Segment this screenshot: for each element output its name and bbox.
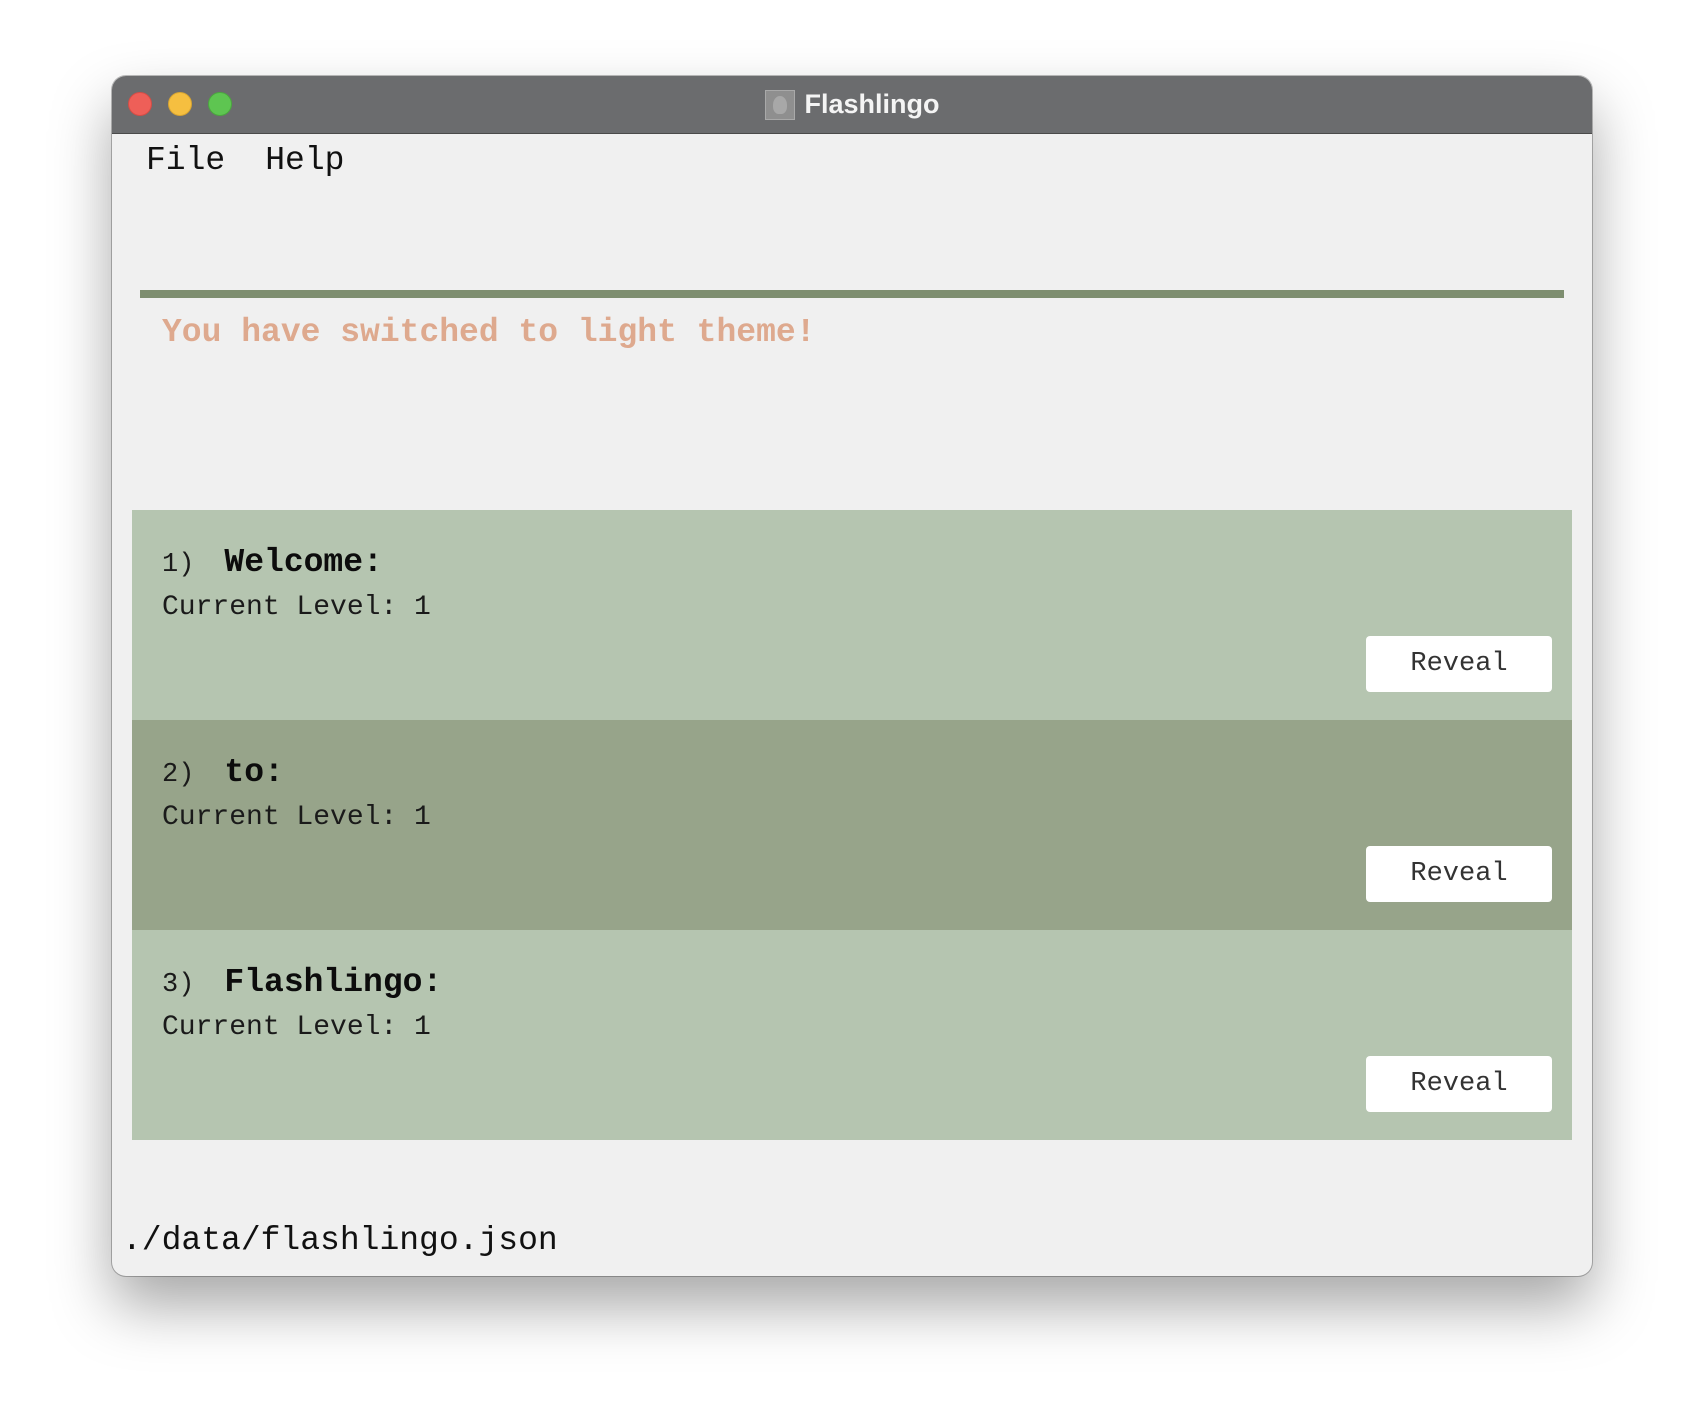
- flashcard-level: Current Level: 1: [162, 802, 431, 833]
- flashcard-index: 3): [162, 970, 195, 1000]
- menu-help[interactable]: Help: [265, 142, 344, 179]
- flashcard-header: 1) Welcome:: [162, 544, 383, 581]
- menu-bar: File Help: [146, 142, 344, 179]
- command-divider: [140, 290, 1564, 298]
- flashcard-1[interactable]: 1) Welcome: Current Level: 1 Reveal: [132, 510, 1572, 720]
- flashcard-index: 1): [162, 550, 195, 580]
- flashcard-word: Flashlingo:: [224, 964, 443, 1001]
- flashcard-index: 2): [162, 760, 195, 790]
- status-bar-file-path: ./data/flashlingo.json: [122, 1222, 558, 1259]
- title-bar[interactable]: Flashlingo: [112, 76, 1592, 134]
- flashcard-word: Welcome:: [224, 544, 383, 581]
- flashcard-word: to:: [224, 754, 284, 791]
- reveal-button-2[interactable]: Reveal: [1366, 846, 1552, 902]
- flashcard-3[interactable]: 3) Flashlingo: Current Level: 1 Reveal: [132, 930, 1572, 1140]
- flashcard-2[interactable]: 2) to: Current Level: 1 Reveal: [132, 720, 1572, 930]
- flashcard-level: Current Level: 1: [162, 1012, 431, 1043]
- app-window: Flashlingo File Help You have switched t…: [112, 76, 1592, 1276]
- menu-file[interactable]: File: [146, 142, 225, 179]
- title-group: Flashlingo: [112, 76, 1592, 133]
- result-message: You have switched to light theme!: [162, 314, 816, 351]
- flashcard-header: 2) to:: [162, 754, 284, 791]
- flashcard-level: Current Level: 1: [162, 592, 431, 623]
- flashcard-header: 3) Flashlingo:: [162, 964, 442, 1001]
- flashcard-list[interactable]: 1) Welcome: Current Level: 1 Reveal 2) t…: [132, 510, 1572, 1140]
- flashlingo-app-icon: [764, 89, 795, 120]
- window-title: Flashlingo: [804, 89, 940, 119]
- reveal-button-3[interactable]: Reveal: [1366, 1056, 1552, 1112]
- reveal-button-1[interactable]: Reveal: [1366, 636, 1552, 692]
